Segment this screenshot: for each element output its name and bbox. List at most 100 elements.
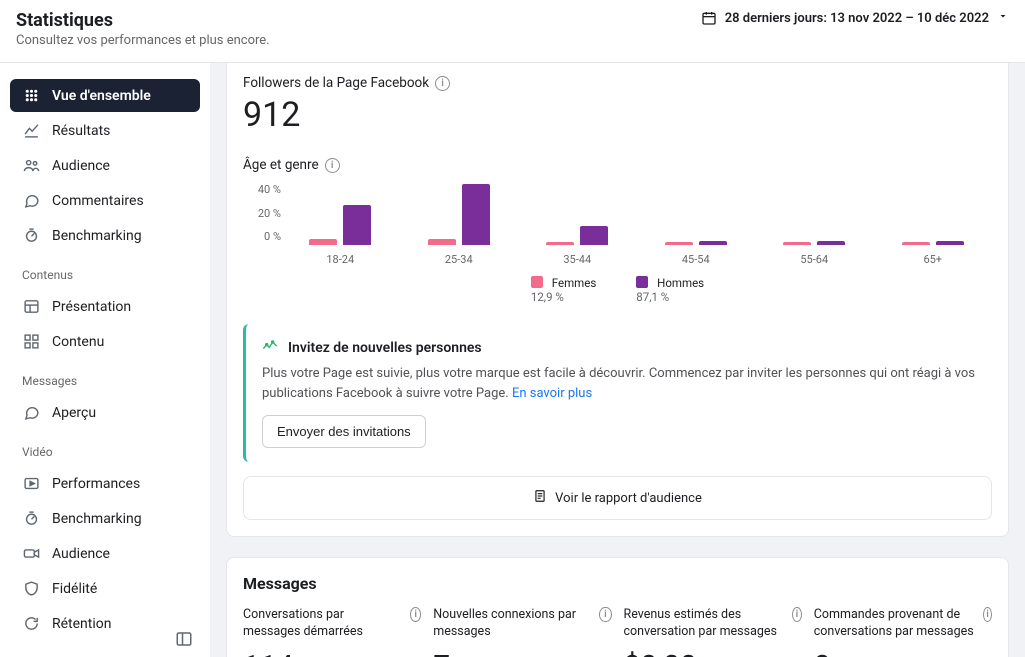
view-audience-report-button[interactable]: Voir le rapport d'audience xyxy=(243,476,992,520)
sidebar-item-label: Audience xyxy=(52,546,110,562)
chart-bucket xyxy=(400,184,519,248)
sidebar-heading-video: Vidéo xyxy=(10,431,200,465)
metric-value: 114 xyxy=(243,649,294,657)
chart-bucket xyxy=(518,226,637,248)
refresh-icon xyxy=(22,615,40,632)
chart-x-axis: 18-2425-3435-4445-5455-6465+ xyxy=(281,253,992,266)
followers-value: 912 xyxy=(243,95,992,135)
info-icon[interactable]: i xyxy=(325,158,340,173)
notice-title: Invitez de nouvelles personnes xyxy=(288,340,482,356)
sidebar-item-vue-d-ensemble[interactable]: Vue d'ensemble xyxy=(10,79,200,112)
sidebar-item-label: Fidélité xyxy=(52,581,97,597)
sidebar-heading-contents: Contenus xyxy=(10,254,200,288)
sidebar-item-pr-sentation[interactable]: Présentation xyxy=(10,290,200,323)
play-icon xyxy=(22,475,40,492)
metric-card: Nouvelles connexions par messages i 7↓ 4… xyxy=(433,607,611,657)
main-content: Followers de la Page Facebook i 912 Âge … xyxy=(210,63,1025,657)
metric-card: Commandes provenant de conversations par… xyxy=(814,607,992,657)
sidebar-item-label: Vue d'ensemble xyxy=(52,88,151,104)
bar-hommes xyxy=(462,184,490,246)
shield-icon xyxy=(22,580,40,597)
notice-body: Plus votre Page est suivie, plus votre m… xyxy=(262,364,976,403)
sidebar-item-benchmarking[interactable]: Benchmarking xyxy=(10,502,200,535)
comment-icon xyxy=(22,192,40,209)
sidebar-heading-messages: Messages xyxy=(10,360,200,394)
people-icon xyxy=(22,157,40,174)
chart-bucket xyxy=(281,205,400,248)
sidebar-item-label: Aperçu xyxy=(52,405,96,421)
top-bar: Statistiques Consultez vos performances … xyxy=(0,0,1025,63)
sidebar-item-label: Commentaires xyxy=(52,193,144,209)
comment-icon xyxy=(22,404,40,421)
sidebar-item-label: Présentation xyxy=(52,299,131,315)
bar-femmes xyxy=(783,242,811,245)
age-gender-label: Âge et genre i xyxy=(243,157,992,173)
x-axis-label: 25-34 xyxy=(400,253,519,266)
report-icon xyxy=(533,489,547,507)
learn-more-link[interactable]: En savoir plus xyxy=(512,386,592,401)
sidebar-item-contenu[interactable]: Contenu xyxy=(10,325,200,358)
bar-femmes xyxy=(546,242,574,245)
metric-value: $0,00 xyxy=(624,649,697,657)
page-title: Statistiques xyxy=(16,10,270,31)
bar-hommes xyxy=(936,241,964,246)
info-icon[interactable]: i xyxy=(599,607,611,622)
x-axis-label: 45-54 xyxy=(637,253,756,266)
chart-icon xyxy=(22,122,40,139)
legend-swatch-hommes xyxy=(636,276,648,288)
messages-title: Messages xyxy=(243,574,992,593)
sidebar-item-label: Performances xyxy=(52,476,140,492)
sidebar-item-label: Audience xyxy=(52,158,110,174)
metric-title: Commandes provenant de conversations par… xyxy=(814,607,975,641)
sidebar-item-performances[interactable]: Performances xyxy=(10,467,200,500)
bar-femmes xyxy=(902,242,930,245)
bar-hommes xyxy=(580,226,608,246)
x-axis-label: 55-64 xyxy=(755,253,874,266)
chart-legend: Femmes 12,9 % Hommes 87,1 % xyxy=(243,276,992,304)
messages-card: Messages Conversations par messages déma… xyxy=(226,557,1009,657)
bar-femmes xyxy=(665,242,693,245)
sidebar-item-benchmarking[interactable]: Benchmarking xyxy=(10,219,200,252)
send-invitations-button[interactable]: Envoyer des invitations xyxy=(262,415,426,448)
metric-title: Conversations par messages démarrées xyxy=(243,607,402,641)
calendar-icon xyxy=(701,10,717,26)
info-icon[interactable]: i xyxy=(792,607,802,622)
sidebar-item-audience[interactable]: Audience xyxy=(10,149,200,182)
sparkline-icon xyxy=(262,338,278,358)
chart-y-axis: 40 % 20 % 0 % xyxy=(243,183,281,245)
chart-bucket xyxy=(874,241,993,248)
info-icon[interactable]: i xyxy=(410,607,421,622)
sidebar-item-label: Benchmarking xyxy=(52,228,142,244)
metric-title: Revenus estimés des conversation par mes… xyxy=(624,607,785,641)
layout-icon xyxy=(22,298,40,315)
bar-hommes xyxy=(343,205,371,246)
sidebar-collapse-button[interactable] xyxy=(170,625,198,653)
x-axis-label: 35-44 xyxy=(518,253,637,266)
followers-label: Followers de la Page Facebook i xyxy=(243,75,992,91)
metric-card: Conversations par messages démarrées i 1… xyxy=(243,607,421,657)
sidebar-item-aper-u[interactable]: Aperçu xyxy=(10,396,200,429)
camera-icon xyxy=(22,545,40,562)
x-axis-label: 65+ xyxy=(874,253,993,266)
page-subtitle: Consultez vos performances et plus encor… xyxy=(16,33,270,48)
metric-title: Nouvelles connexions par messages xyxy=(433,607,591,641)
caret-down-icon xyxy=(997,10,1009,26)
sidebar-item-fid-lit-[interactable]: Fidélité xyxy=(10,572,200,605)
grid-icon xyxy=(22,87,40,104)
sidebar-item-r-sultats[interactable]: Résultats xyxy=(10,114,200,147)
date-range-picker[interactable]: 28 derniers jours: 13 nov 2022 – 10 déc … xyxy=(701,10,1009,26)
legend-swatch-femmes xyxy=(531,276,543,288)
metric-value: 0 xyxy=(814,649,831,657)
date-range-label: 28 derniers jours: 13 nov 2022 – 10 déc … xyxy=(725,11,989,26)
invite-notice: Invitez de nouvelles personnes Plus votr… xyxy=(243,324,992,462)
bar-femmes xyxy=(309,239,337,245)
info-icon[interactable]: i xyxy=(435,76,450,91)
age-gender-chart: 40 % 20 % 0 % xyxy=(243,183,992,247)
sidebar-item-commentaires[interactable]: Commentaires xyxy=(10,184,200,217)
info-icon[interactable]: i xyxy=(983,607,992,622)
sidebar-item-label: Contenu xyxy=(52,334,104,350)
sidebar-item-label: Rétention xyxy=(52,616,112,632)
sidebar-item-audience[interactable]: Audience xyxy=(10,537,200,570)
sidebar-item-label: Résultats xyxy=(52,123,110,139)
metric-value: 7 xyxy=(433,649,450,657)
